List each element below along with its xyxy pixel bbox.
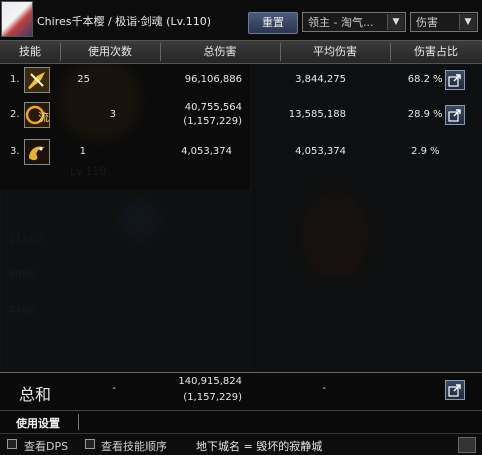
bottom-bar: 查看DPS 查看技能顺序 地下城名 = 毁坏的寂静城 xyxy=(0,433,482,455)
percent-sign: % xyxy=(433,109,443,120)
chevron-down-icon[interactable]: ▼ xyxy=(387,14,404,30)
total-avg: - xyxy=(322,383,326,394)
row-rank: 1. xyxy=(10,74,20,85)
share-button[interactable] xyxy=(445,70,465,90)
flow-sword-skill-icon: 流 xyxy=(24,102,50,128)
row-uses: 25 xyxy=(77,74,90,85)
row-total-damage-sub: (1,157,229) xyxy=(183,116,242,127)
settings-row: 使用设置 xyxy=(0,410,482,433)
metric-value: 伤害 xyxy=(416,16,438,29)
row-damage-share: 28.9 xyxy=(407,109,430,120)
percent-sign: % xyxy=(433,74,443,85)
chevron-down-icon[interactable]: ▼ xyxy=(459,14,476,30)
column-header-avg-damage[interactable]: 平均伤害 xyxy=(280,41,390,63)
skill-order-checkbox[interactable] xyxy=(85,439,95,449)
boss-filter-dropdown[interactable]: 领主 - 淘气... ▼ xyxy=(302,12,406,32)
row-damage-share: 68.2 xyxy=(407,74,430,85)
total-label: 总和 xyxy=(19,385,52,404)
share-button[interactable] xyxy=(445,380,465,400)
share-icon xyxy=(448,384,461,397)
sword-slash-skill-icon xyxy=(24,67,50,93)
column-header-total-damage[interactable]: 总伤害 xyxy=(160,41,280,63)
damage-statistics-window: Chires千本樱 / 极诣·剑魂 (Lv.110) 重置 领主 - 淘气...… xyxy=(0,0,482,455)
row-rank: 3. xyxy=(10,146,20,157)
column-header-damage-share[interactable]: 伤害占比 xyxy=(390,41,482,63)
row-avg-damage: 13,585,188 xyxy=(288,109,346,120)
reset-button[interactable]: 重置 xyxy=(248,12,298,34)
dungeon-name: 地下城名 = 毁坏的寂静城 xyxy=(196,440,323,453)
boss-filter-value: 领主 - 淘气... xyxy=(308,16,374,29)
character-name: Chires千本樱 / 极诣·剑魂 (Lv.110) xyxy=(37,15,212,28)
row-total-damage: 96,106,886 xyxy=(184,74,242,85)
row-rank: 2. xyxy=(10,109,20,120)
row-uses: 1 xyxy=(79,146,86,157)
row-total-damage: 40,755,564 xyxy=(184,102,242,113)
share-button[interactable] xyxy=(445,105,465,125)
total-damage: 140,915,824 xyxy=(178,376,242,387)
dps-checkbox-label[interactable]: 查看DPS xyxy=(24,438,68,454)
row-avg-damage: 4,053,374 xyxy=(295,146,346,157)
column-header-uses[interactable]: 使用次数 xyxy=(60,41,160,63)
title-bar: Chires千本樱 / 极诣·剑魂 (Lv.110) 重置 领主 - 淘气...… xyxy=(0,0,482,40)
column-header-skill[interactable]: 技能 xyxy=(0,41,60,63)
dps-checkbox[interactable] xyxy=(7,439,17,449)
share-icon xyxy=(448,109,461,122)
total-row: 总和 - 140,915,824 (1,157,229) - xyxy=(0,372,482,411)
table-row[interactable]: 3. 1 4,053,374 4,053,374 2.9 % xyxy=(0,138,482,166)
row-total-damage: 4,053,374 xyxy=(181,146,232,157)
collapse-button[interactable] xyxy=(458,437,476,453)
skill-order-checkbox-label[interactable]: 查看技能顺序 xyxy=(101,438,167,454)
total-uses: - xyxy=(112,383,116,394)
row-avg-damage: 3,844,275 xyxy=(295,74,346,85)
metric-dropdown[interactable]: 伤害 ▼ xyxy=(410,12,478,32)
row-uses: 3 xyxy=(109,109,116,120)
character-avatar xyxy=(1,1,33,37)
row-damage-share: 2.9 xyxy=(411,146,427,157)
total-damage-sub: (1,157,229) xyxy=(183,392,242,403)
share-icon xyxy=(448,74,461,87)
golden-dragon-skill-icon xyxy=(24,139,50,165)
divider xyxy=(78,414,79,430)
svg-text:流: 流 xyxy=(38,110,49,124)
table-row[interactable]: 1. 25 96,106,886 3,844,275 68.2 % xyxy=(0,66,482,94)
settings-button[interactable]: 使用设置 xyxy=(16,415,60,431)
percent-sign: % xyxy=(430,146,440,157)
table-header: 技能 使用次数 总伤害 平均伤害 伤害占比 xyxy=(0,40,482,64)
table-row[interactable]: 2. 流 3 40,755,564 (1,157,229) 13,585,188… xyxy=(0,99,482,135)
